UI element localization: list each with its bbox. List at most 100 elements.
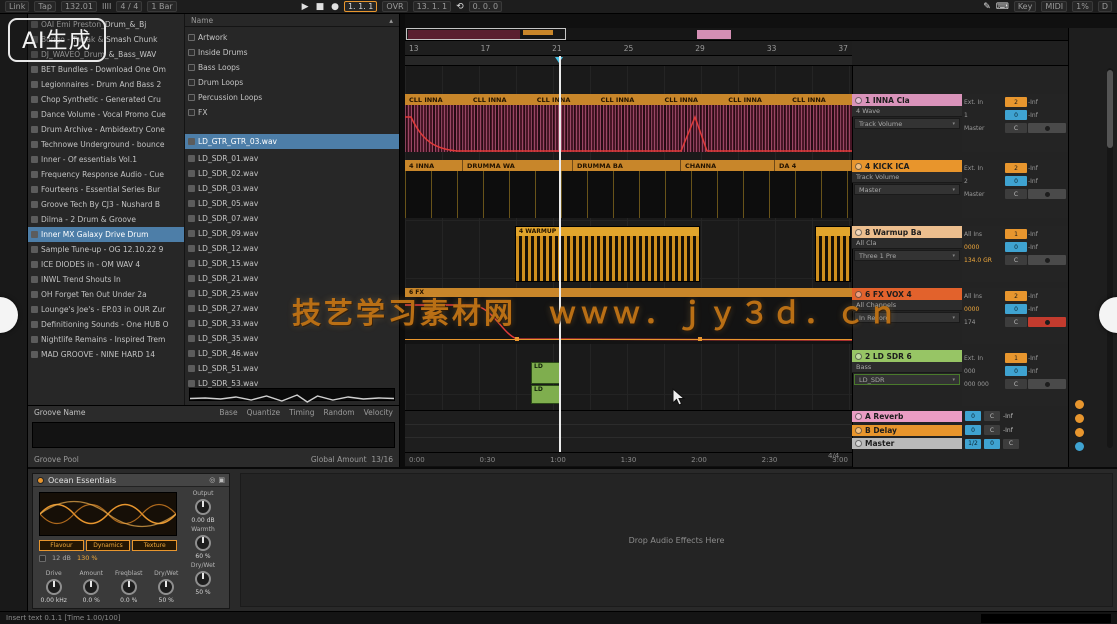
track-name[interactable]: 2 LD SDR 6 bbox=[865, 352, 912, 361]
automation-breakpoint[interactable] bbox=[698, 337, 702, 341]
browser-sample-item[interactable]: LD_SDR_46.wav bbox=[185, 346, 399, 361]
track-activator-icon[interactable] bbox=[855, 229, 862, 236]
browser-sample-item[interactable]: LD_SDR_35.wav bbox=[185, 331, 399, 346]
track-name[interactable]: 8 Warmup Ba bbox=[865, 228, 922, 237]
audio-clip-striped[interactable] bbox=[815, 226, 851, 282]
track-name[interactable]: Master bbox=[865, 439, 894, 448]
device-mode-tab[interactable]: Texture bbox=[132, 540, 177, 551]
save-preset-icon[interactable]: ▣ bbox=[218, 476, 225, 484]
sort-icon[interactable]: ▴ bbox=[389, 16, 393, 25]
input-channel[interactable]: 2 bbox=[964, 178, 1004, 185]
quantize-menu[interactable]: 1 Bar bbox=[147, 1, 176, 12]
drywet-knob-cell[interactable]: Dry/Wet50 % bbox=[148, 570, 186, 604]
automation-line[interactable] bbox=[405, 339, 852, 340]
overview-view-rectangle[interactable] bbox=[406, 28, 566, 40]
device-mode-tab[interactable]: Dynamics bbox=[86, 540, 131, 551]
scrub-area[interactable] bbox=[405, 56, 852, 66]
volume-box[interactable]: 0 bbox=[1005, 304, 1027, 314]
pan-box[interactable]: C bbox=[1005, 123, 1027, 133]
groove-column-label[interactable]: Velocity bbox=[364, 408, 393, 417]
output-knob-cell[interactable]: Output0.00 dB bbox=[181, 490, 225, 524]
device-on-toggle[interactable] bbox=[37, 477, 44, 484]
browser-sample-item[interactable]: LD_SDR_21.wav bbox=[185, 271, 399, 286]
clip-segment-label[interactable]: DA 4 bbox=[775, 160, 852, 171]
sample-preview-waveform[interactable] bbox=[189, 388, 395, 401]
arm-button[interactable] bbox=[1028, 317, 1066, 327]
drive-knob[interactable] bbox=[46, 579, 62, 595]
scrollbar-thumb[interactable] bbox=[1107, 70, 1113, 148]
browser-pack-item[interactable]: Dance Volume - Vocal Promo Cue bbox=[28, 107, 184, 122]
input-channel[interactable]: 0000 bbox=[964, 306, 1004, 313]
browser-sample-item[interactable]: LD_SDR_03.wav bbox=[185, 181, 399, 196]
pan-box[interactable]: C bbox=[1003, 439, 1019, 449]
browser-folder-item[interactable]: Percussion Loops bbox=[185, 90, 399, 105]
freq-knob[interactable] bbox=[121, 579, 137, 595]
arrangement-overview[interactable] bbox=[405, 28, 1117, 41]
return-b-activator-dot[interactable] bbox=[1075, 414, 1084, 423]
arm-button[interactable] bbox=[1028, 123, 1066, 133]
browser-pack-item[interactable]: Inner MX Galaxy Drive Drum bbox=[28, 227, 184, 242]
groove-column-label[interactable]: Random bbox=[324, 408, 355, 417]
automation-target-row[interactable]: Track Volume bbox=[852, 172, 962, 183]
track-5-lane[interactable]: LD LD bbox=[405, 350, 852, 406]
output-routing[interactable]: Master bbox=[964, 125, 1004, 132]
browser-pack-item[interactable]: MAD GROOVE - NINE HARD 14 bbox=[28, 347, 184, 362]
volume-box[interactable]: 0 bbox=[1005, 110, 1027, 120]
midi-map-toggle[interactable]: MIDI bbox=[1041, 1, 1067, 12]
automation-control-chooser[interactable]: Track Volume bbox=[854, 118, 960, 129]
freq-knob-cell[interactable]: Freqblast0.0 % bbox=[110, 570, 148, 604]
browser-sample-item[interactable]: LD_SDR_12.wav bbox=[185, 241, 399, 256]
volume-box[interactable]: 0 bbox=[965, 425, 981, 435]
folder-checkbox-icon[interactable] bbox=[188, 109, 195, 116]
link-toggle[interactable]: Link bbox=[5, 1, 29, 12]
vertical-scrollbar[interactable] bbox=[1107, 68, 1113, 448]
input-routing[interactable]: Ext. In bbox=[964, 165, 1004, 172]
browser-sample-item[interactable]: LD_SDR_15.wav bbox=[185, 256, 399, 271]
browser-selected-file[interactable]: LD_GTR_GTR_03.wav bbox=[185, 134, 399, 149]
browser-folder-item[interactable]: Drum Loops bbox=[185, 75, 399, 90]
draw-mode-icon[interactable]: ✎ bbox=[983, 1, 991, 13]
output-knob[interactable] bbox=[195, 499, 211, 515]
groove-list-area[interactable] bbox=[32, 422, 395, 448]
send-a-box[interactable]: 1 bbox=[1005, 353, 1027, 363]
clip-header[interactable] bbox=[816, 227, 850, 236]
pan-box[interactable]: C bbox=[1005, 379, 1027, 389]
time-ruler[interactable]: 0:000:301:001:302:002:303:00 bbox=[405, 452, 852, 466]
volume-box[interactable]: 0 bbox=[965, 411, 981, 421]
browser-folder-item[interactable]: Artwork bbox=[185, 30, 399, 45]
return-track-lanes[interactable] bbox=[405, 410, 852, 452]
browser-pack-item[interactable]: Inner - Of essentials Vol.1 bbox=[28, 152, 184, 167]
drive-knob-cell[interactable]: Drive0.00 kHz bbox=[35, 570, 73, 604]
browser-pack-item[interactable]: Legionnaires - Drum And Bass 2 bbox=[28, 77, 184, 92]
drywet-right-knob-cell[interactable]: Dry/Wet50 % bbox=[181, 562, 225, 596]
automation-control-chooser[interactable]: Three 1 Pre bbox=[854, 250, 960, 261]
warmth-knob-cell[interactable]: Warmth60 % bbox=[181, 526, 225, 560]
device-db-field[interactable]: 12 dB bbox=[52, 554, 71, 562]
pan-box[interactable]: C bbox=[1005, 255, 1027, 265]
browser-sample-item[interactable]: LD_SDR_51.wav bbox=[185, 361, 399, 376]
browser-pack-item[interactable]: ICE DIODES in - OM WAV 4 bbox=[28, 257, 184, 272]
output-routing[interactable]: 000 000 bbox=[964, 381, 1004, 388]
input-routing[interactable]: All Ins bbox=[964, 293, 1004, 300]
groove-column-label[interactable]: Quantize bbox=[247, 408, 281, 417]
play-button[interactable]: ▶ bbox=[302, 1, 309, 13]
input-routing[interactable]: Ext. In bbox=[964, 355, 1004, 362]
playhead[interactable] bbox=[559, 56, 561, 452]
device-percent-field[interactable]: 130 % bbox=[77, 554, 98, 562]
tempo-field[interactable]: 132.01 bbox=[61, 1, 97, 12]
master-activator-dot[interactable] bbox=[1075, 428, 1084, 437]
warmth-knob[interactable] bbox=[195, 535, 211, 551]
send-a-box[interactable]: 2 bbox=[1005, 291, 1027, 301]
device-checkbox-icon[interactable] bbox=[39, 555, 46, 562]
folder-checkbox-icon[interactable] bbox=[188, 49, 195, 56]
return-track-a[interactable]: A Reverb 0 C -Inf bbox=[852, 410, 1068, 422]
volume-box[interactable]: 0 bbox=[984, 439, 1000, 449]
browser-sample-item[interactable]: LD_SDR_09.wav bbox=[185, 226, 399, 241]
loop-length-field[interactable]: 0. 0. 0 bbox=[469, 1, 502, 12]
output-routing[interactable]: 134.0 GR bbox=[964, 257, 1004, 264]
master-track[interactable]: Master 1/2 0 C bbox=[852, 437, 1068, 450]
input-channel[interactable]: 0000 bbox=[964, 244, 1004, 251]
groove-column-label[interactable]: Timing bbox=[289, 408, 314, 417]
stop-button[interactable]: ■ bbox=[316, 1, 325, 13]
tap-tempo-button[interactable]: Tap bbox=[34, 1, 56, 12]
